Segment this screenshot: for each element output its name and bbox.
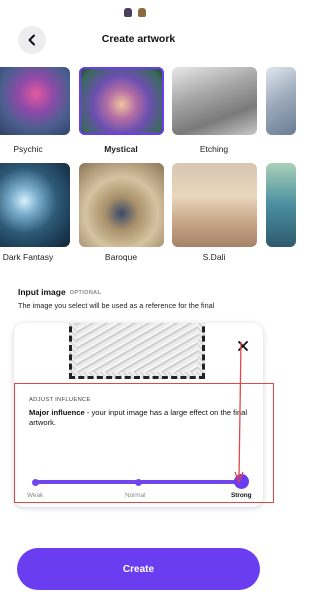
page-title: Create artwork (101, 33, 176, 45)
style-label: S.Dali (202, 252, 226, 262)
style-label: Etching (199, 144, 229, 154)
notification-icon (124, 8, 132, 17)
notification-icon (138, 8, 146, 17)
style-tile-mystical[interactable] (79, 67, 164, 135)
style-tile-etching[interactable] (172, 67, 257, 135)
influence-slider-thumb[interactable] (234, 474, 249, 489)
slider-label-strong: Strong (231, 492, 252, 499)
style-tile-psychic[interactable] (0, 67, 70, 135)
style-tile-sdali[interactable] (172, 163, 257, 247)
input-image-title: Input image OPTIONAL (18, 287, 102, 297)
style-tile-more[interactable] (266, 163, 296, 247)
style-tile-baroque[interactable] (79, 163, 164, 247)
status-bar (0, 0, 277, 22)
close-button[interactable] (235, 338, 251, 354)
style-tile-dark-fantasy[interactable] (0, 163, 70, 247)
influence-level-title: Major influence (29, 408, 85, 417)
input-image-preview[interactable] (69, 323, 205, 379)
style-label: Psychic (13, 144, 43, 154)
style-label: Dark Fantasy (2, 252, 54, 262)
style-label: Mystical (104, 144, 138, 154)
optional-badge: OPTIONAL (69, 290, 102, 296)
header: Create artwork (0, 22, 277, 56)
influence-description: Major influence - your input image has a… (29, 408, 261, 428)
slider-stop-weak[interactable] (32, 478, 39, 486)
slider-stop-normal[interactable] (135, 478, 142, 486)
input-image-description: The image you select will be used as a r… (18, 301, 215, 310)
style-tile-more[interactable] (266, 67, 296, 135)
style-label: Baroque (104, 252, 138, 262)
create-button[interactable]: Create (17, 548, 260, 590)
influence-section-label: ADJUST INFLUENCE (29, 397, 91, 403)
slider-label-weak: Weak (27, 492, 44, 499)
close-icon (238, 341, 248, 351)
slider-label-normal: Normal (125, 492, 146, 499)
